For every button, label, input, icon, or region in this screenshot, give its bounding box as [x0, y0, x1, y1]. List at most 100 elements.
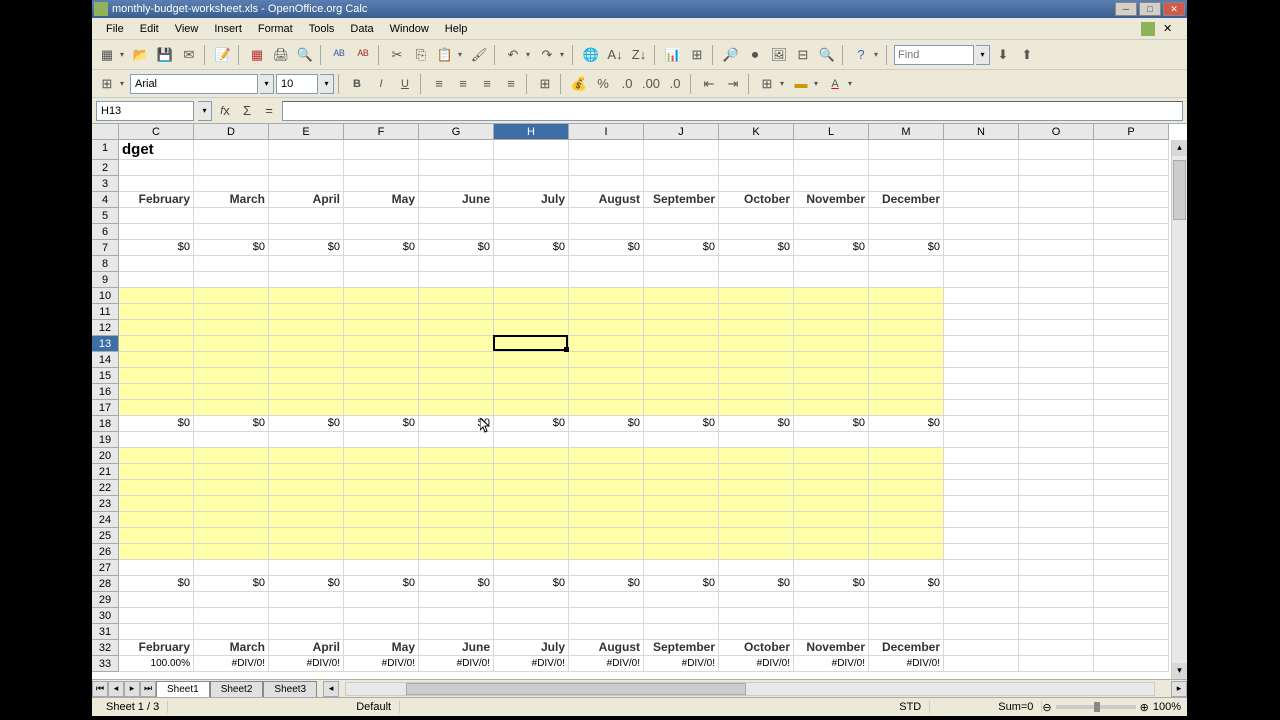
- cell[interactable]: [569, 272, 644, 288]
- cell[interactable]: [569, 448, 644, 464]
- horizontal-scrollbar[interactable]: [345, 682, 1155, 696]
- cell[interactable]: [494, 400, 569, 416]
- cell[interactable]: [119, 256, 194, 272]
- cell[interactable]: $0: [569, 576, 644, 592]
- cell[interactable]: [944, 432, 1019, 448]
- menu-tools[interactable]: Tools: [301, 21, 343, 37]
- cell[interactable]: [419, 560, 494, 576]
- cell[interactable]: [569, 480, 644, 496]
- cell[interactable]: [944, 240, 1019, 256]
- cell[interactable]: [644, 304, 719, 320]
- cell[interactable]: [944, 400, 1019, 416]
- datasource-icon[interactable]: ⊟: [792, 44, 814, 66]
- cell[interactable]: [419, 160, 494, 176]
- cell[interactable]: $0: [494, 240, 569, 256]
- tab-first-icon[interactable]: ⏮: [92, 681, 108, 697]
- cell[interactable]: [494, 592, 569, 608]
- sheet-tab-1[interactable]: Sheet1: [156, 681, 210, 697]
- cell[interactable]: [269, 480, 344, 496]
- cell[interactable]: [719, 496, 794, 512]
- menu-help[interactable]: Help: [437, 21, 476, 37]
- cell[interactable]: [1019, 512, 1094, 528]
- cell[interactable]: [869, 176, 944, 192]
- cell[interactable]: [869, 256, 944, 272]
- font-name-combo[interactable]: Arial: [130, 74, 258, 94]
- cell[interactable]: June: [419, 640, 494, 656]
- cell[interactable]: $0: [344, 576, 419, 592]
- cell[interactable]: [944, 464, 1019, 480]
- cell[interactable]: $0: [419, 240, 494, 256]
- cell[interactable]: [794, 592, 869, 608]
- cell[interactable]: [419, 608, 494, 624]
- cell[interactable]: [344, 352, 419, 368]
- cell[interactable]: [944, 624, 1019, 640]
- cell[interactable]: [1094, 464, 1169, 480]
- col-header-I[interactable]: I: [569, 124, 644, 140]
- cell[interactable]: [869, 496, 944, 512]
- cell[interactable]: [869, 608, 944, 624]
- cell[interactable]: [119, 480, 194, 496]
- cut-icon[interactable]: ✂: [386, 44, 408, 66]
- cell[interactable]: [494, 160, 569, 176]
- cell[interactable]: [194, 432, 269, 448]
- scroll-down-icon[interactable]: ▾: [1172, 663, 1187, 679]
- cell[interactable]: #DIV/0!: [344, 656, 419, 672]
- cell[interactable]: [719, 176, 794, 192]
- vertical-scrollbar[interactable]: ▴ ▾: [1171, 140, 1187, 679]
- autospell-icon[interactable]: ᴬᴮ: [352, 44, 374, 66]
- row-header-32[interactable]: 32: [92, 640, 119, 656]
- cell[interactable]: [194, 624, 269, 640]
- cell[interactable]: [944, 528, 1019, 544]
- cell[interactable]: [869, 432, 944, 448]
- cell[interactable]: [269, 448, 344, 464]
- row-header-17[interactable]: 17: [92, 400, 119, 416]
- formula-input[interactable]: [282, 101, 1183, 121]
- cell[interactable]: $0: [719, 416, 794, 432]
- cell[interactable]: [119, 176, 194, 192]
- cell[interactable]: [794, 272, 869, 288]
- cell[interactable]: [1094, 208, 1169, 224]
- cell[interactable]: [644, 140, 719, 160]
- cell[interactable]: [869, 528, 944, 544]
- row-header-2[interactable]: 2: [92, 160, 119, 176]
- cell[interactable]: [269, 208, 344, 224]
- cell[interactable]: [119, 592, 194, 608]
- cell[interactable]: [1019, 192, 1094, 208]
- save-icon[interactable]: 💾: [154, 44, 176, 66]
- cell[interactable]: [644, 592, 719, 608]
- cell[interactable]: [794, 448, 869, 464]
- cell[interactable]: [494, 496, 569, 512]
- cell[interactable]: [1019, 448, 1094, 464]
- cell[interactable]: [494, 528, 569, 544]
- cell[interactable]: [119, 368, 194, 384]
- print-icon[interactable]: 🖨: [270, 44, 292, 66]
- cell[interactable]: [419, 512, 494, 528]
- cell[interactable]: [1019, 416, 1094, 432]
- cell[interactable]: [569, 288, 644, 304]
- cell[interactable]: [1019, 464, 1094, 480]
- cell[interactable]: [119, 352, 194, 368]
- row-header-30[interactable]: 30: [92, 608, 119, 624]
- cell[interactable]: [344, 464, 419, 480]
- close-doc-icon[interactable]: ✕: [1163, 22, 1177, 36]
- cell[interactable]: [869, 592, 944, 608]
- maximize-button[interactable]: □: [1139, 2, 1161, 16]
- cell[interactable]: [1019, 592, 1094, 608]
- cell[interactable]: [1019, 224, 1094, 240]
- namebox-dropdown-icon[interactable]: ▾: [198, 101, 212, 121]
- cell[interactable]: [944, 496, 1019, 512]
- cell[interactable]: February: [119, 640, 194, 656]
- col-header-O[interactable]: O: [1019, 124, 1094, 140]
- currency-icon[interactable]: 💰: [568, 73, 590, 95]
- cell[interactable]: [719, 160, 794, 176]
- cell[interactable]: $0: [569, 416, 644, 432]
- align-left-icon[interactable]: ≡: [428, 73, 450, 95]
- col-header-K[interactable]: K: [719, 124, 794, 140]
- cell[interactable]: [794, 464, 869, 480]
- cell[interactable]: [119, 336, 194, 352]
- cell[interactable]: [869, 560, 944, 576]
- cell[interactable]: $0: [644, 416, 719, 432]
- cell[interactable]: [269, 160, 344, 176]
- cell[interactable]: [1019, 432, 1094, 448]
- row-header-10[interactable]: 10: [92, 288, 119, 304]
